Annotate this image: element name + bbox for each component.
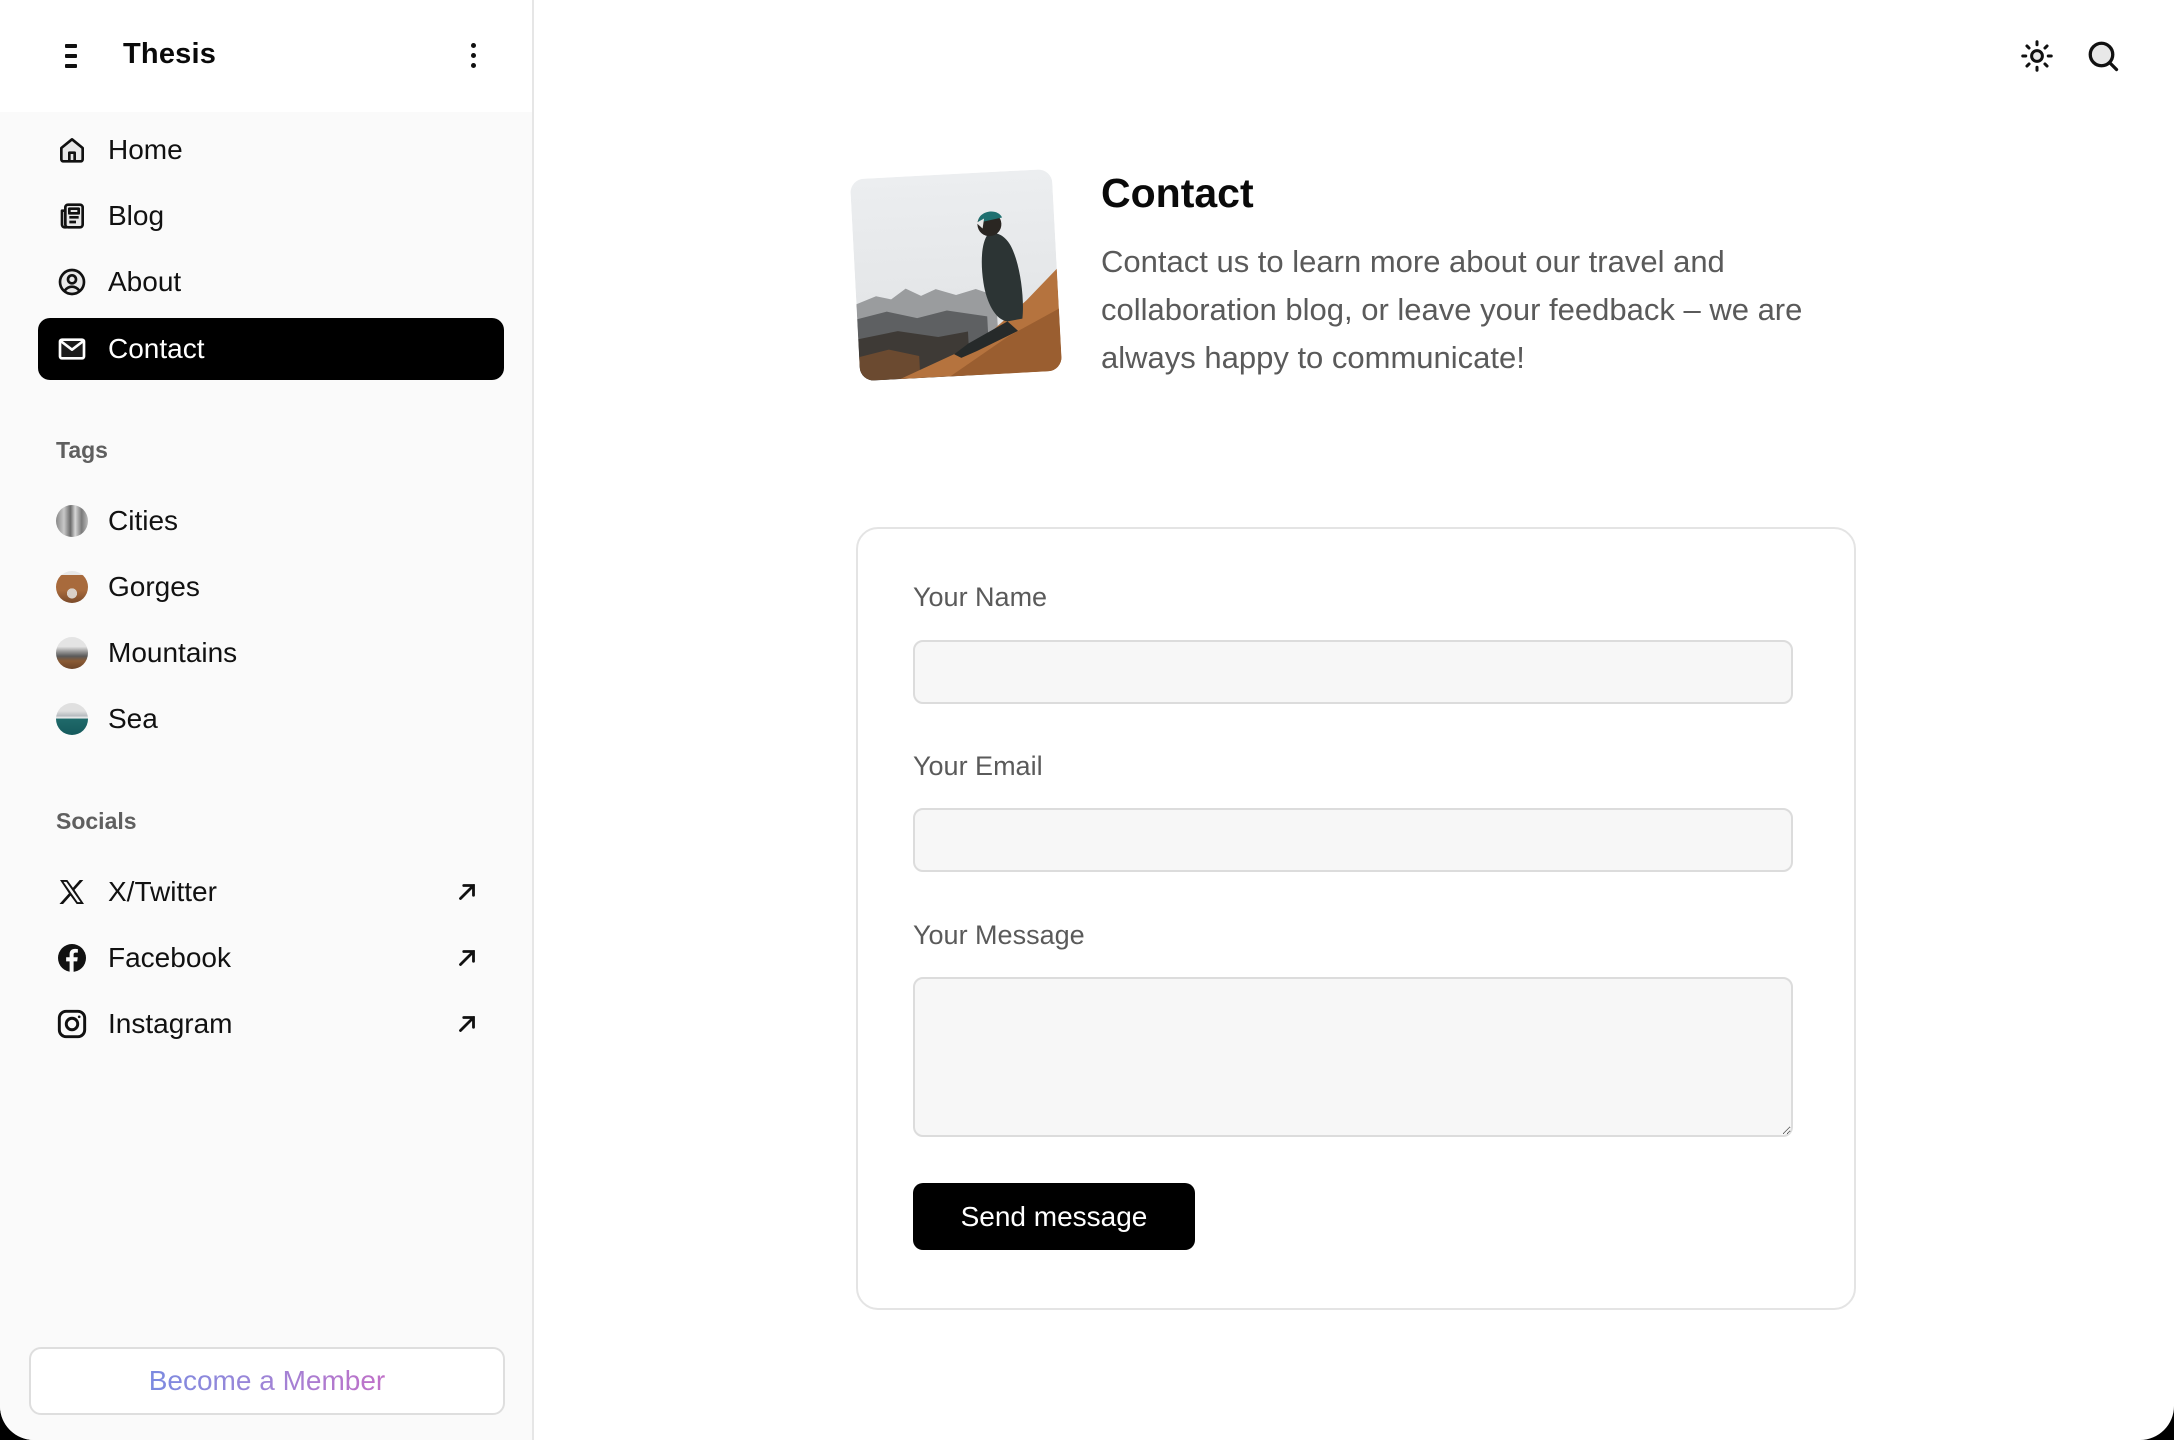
x-twitter-icon xyxy=(59,880,84,904)
external-link-arrow-icon xyxy=(459,884,475,900)
tag-label: Sea xyxy=(108,703,158,734)
page-description: Contact us to learn more about our trave… xyxy=(1101,244,1803,375)
email-input[interactable] xyxy=(913,808,1793,872)
socials-heading: Socials xyxy=(56,808,137,834)
message-label: Your Message xyxy=(913,920,1085,950)
tag-label: Mountains xyxy=(108,637,238,668)
external-link-arrow-icon xyxy=(459,1016,475,1032)
nav-label: Home xyxy=(108,134,183,165)
cities-thumbnail xyxy=(56,505,88,537)
nav-item-about[interactable]: About xyxy=(38,251,504,313)
home-icon xyxy=(60,138,84,163)
hiker-on-dune-illustration xyxy=(849,168,1063,382)
tag-item-cities[interactable]: Cities xyxy=(38,490,504,552)
facebook-icon xyxy=(58,944,86,972)
user-circle-icon xyxy=(58,268,86,296)
sidebar-header: Thesis xyxy=(0,0,532,112)
instagram-icon xyxy=(57,1009,87,1039)
message-textarea[interactable] xyxy=(913,977,1793,1137)
social-label: Facebook xyxy=(108,942,231,973)
email-label: Your Email xyxy=(913,751,1043,781)
page-title: Contact xyxy=(1101,170,1254,216)
become-member-label: Become a Member xyxy=(148,1365,386,1396)
become-member-button[interactable]: Become a Member xyxy=(29,1347,505,1415)
sea-thumbnail xyxy=(56,703,88,735)
search-icon[interactable] xyxy=(2085,38,2121,74)
name-label: Your Name xyxy=(913,582,1048,612)
sidebar: Thesis Home Blog About Contact Tags Citi… xyxy=(0,0,534,1440)
social-link-instagram[interactable]: Instagram xyxy=(38,993,504,1055)
nav-label: Blog xyxy=(108,200,165,231)
mail-icon xyxy=(58,338,86,360)
social-label: X/Twitter xyxy=(108,876,217,907)
social-label: Instagram xyxy=(108,1008,233,1039)
tag-label: Gorges xyxy=(108,571,200,602)
nav-label: Contact xyxy=(108,333,205,364)
gorges-thumbnail xyxy=(56,571,88,603)
tag-item-mountains[interactable]: Mountains xyxy=(38,622,504,684)
more-options-icon[interactable] xyxy=(462,40,484,72)
tag-label: Cities xyxy=(108,505,179,536)
mountains-thumbnail xyxy=(56,637,88,669)
site-title[interactable]: Thesis xyxy=(123,38,216,71)
tag-item-gorges[interactable]: Gorges xyxy=(38,556,504,618)
nav-item-blog[interactable]: Blog xyxy=(38,185,504,247)
contact-hero-image xyxy=(849,168,1063,382)
external-link-arrow-icon xyxy=(459,950,475,966)
app-window: Thesis Home Blog About Contact Tags Citi… xyxy=(0,0,2174,1440)
tag-item-sea[interactable]: Sea xyxy=(38,688,504,750)
social-link-x-twitter[interactable]: X/Twitter xyxy=(38,861,504,923)
send-message-button[interactable]: Send message xyxy=(913,1183,1195,1250)
sun-icon[interactable] xyxy=(2019,38,2055,74)
tags-heading: Tags xyxy=(56,437,108,463)
nav-label: About xyxy=(108,266,182,297)
name-input[interactable] xyxy=(913,640,1793,704)
newspaper-icon xyxy=(60,203,84,229)
nav-item-home[interactable]: Home xyxy=(38,119,504,181)
menu-toggle-icon[interactable] xyxy=(62,42,84,70)
social-link-facebook[interactable]: Facebook xyxy=(38,927,504,989)
nav-item-contact[interactable]: Contact xyxy=(38,318,504,380)
